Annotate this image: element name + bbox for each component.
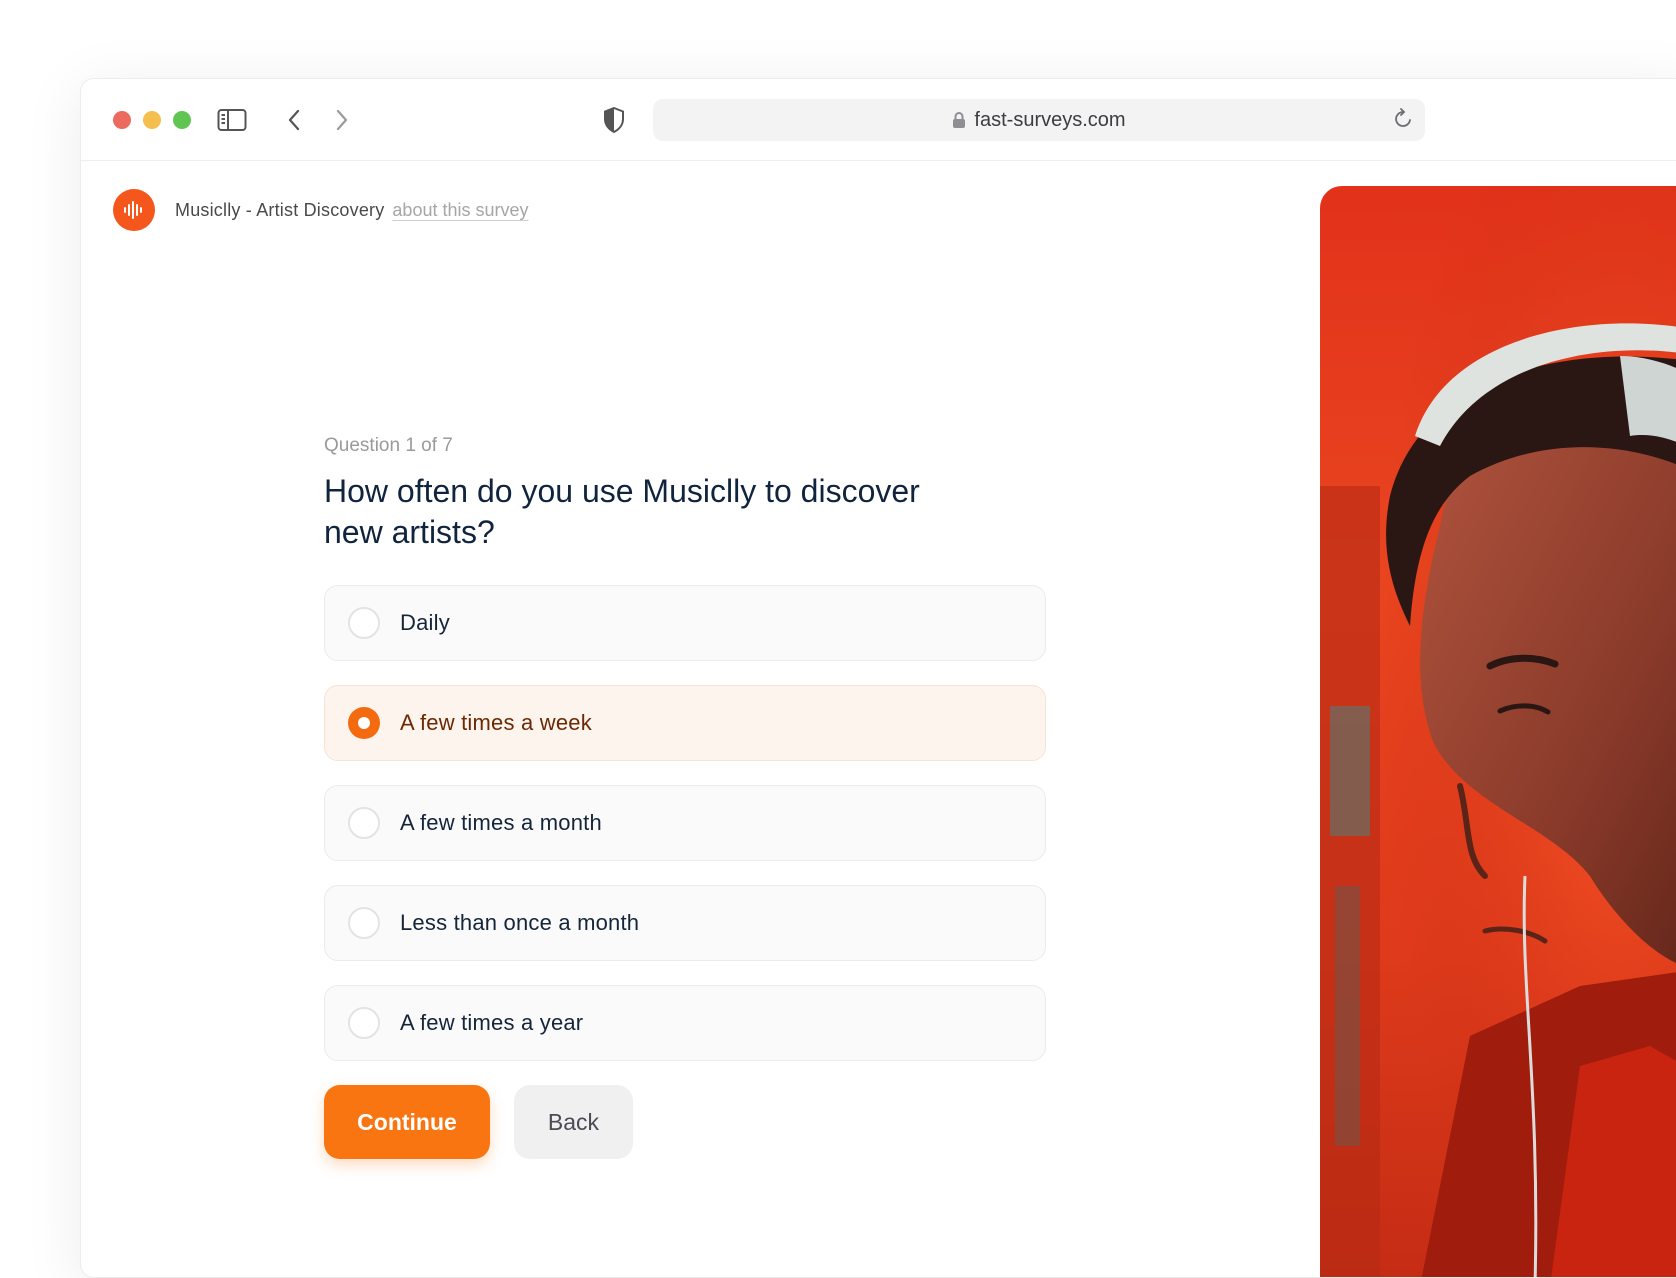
forward-arrow-icon[interactable] <box>325 103 359 137</box>
maximize-window-button[interactable] <box>173 111 191 129</box>
close-window-button[interactable] <box>113 111 131 129</box>
option-label: A few times a year <box>400 1010 584 1035</box>
option-label: Less than once a month <box>400 910 640 935</box>
minimize-window-button[interactable] <box>143 111 161 129</box>
radio-button-selected[interactable] <box>348 707 380 739</box>
answer-options: Daily A few times a week A few times a m… <box>324 585 1046 1061</box>
shield-icon[interactable] <box>597 103 631 137</box>
back-arrow-icon[interactable] <box>277 103 311 137</box>
option-label: A few times a month <box>400 810 602 835</box>
option-a-few-times-a-week[interactable]: A few times a week <box>324 685 1046 761</box>
option-less-than-once-a-month[interactable]: Less than once a month <box>324 885 1046 961</box>
continue-button[interactable]: Continue <box>324 1085 490 1159</box>
survey-header: Musiclly - Artist Discovery about this s… <box>113 189 529 231</box>
browser-toolbar: fast-surveys.com <box>81 79 1676 161</box>
hero-photo <box>1320 186 1676 1277</box>
radio-button[interactable] <box>348 607 380 639</box>
option-label: A few times a week <box>400 710 592 735</box>
option-daily[interactable]: Daily <box>324 585 1046 661</box>
url-text: fast-surveys.com <box>974 108 1126 131</box>
option-a-few-times-a-year[interactable]: A few times a year <box>324 985 1046 1061</box>
about-survey-link[interactable]: about this survey <box>392 200 528 221</box>
reload-icon[interactable] <box>1391 107 1415 131</box>
radio-button[interactable] <box>348 907 380 939</box>
person-with-headphones-image <box>1320 186 1676 1277</box>
radio-button[interactable] <box>348 1007 380 1039</box>
browser-window: fast-surveys.com Musiclly - Artist Disco… <box>80 78 1676 1278</box>
survey-name: Musiclly - Artist Discovery <box>175 199 385 220</box>
option-label: Daily <box>400 610 450 635</box>
radio-button[interactable] <box>348 807 380 839</box>
option-a-few-times-a-month[interactable]: A few times a month <box>324 785 1046 861</box>
lock-icon <box>952 111 966 129</box>
navigation-buttons: Continue Back <box>324 1085 1046 1159</box>
question-panel: Question 1 of 7 How often do you use Mus… <box>324 435 1046 1159</box>
question-counter: Question 1 of 7 <box>324 435 453 456</box>
sidebar-toggle-icon[interactable] <box>215 103 249 137</box>
musiclly-logo <box>113 189 155 231</box>
back-button[interactable]: Back <box>514 1085 633 1159</box>
question-title: How often do you use Musiclly to discove… <box>324 473 920 550</box>
address-bar[interactable]: fast-surveys.com <box>653 99 1425 141</box>
